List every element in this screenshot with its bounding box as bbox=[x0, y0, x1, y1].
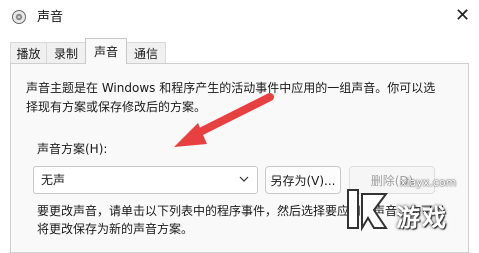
sound-scheme-value: 无声 bbox=[41, 173, 66, 187]
title-bar: 声音 ✕ bbox=[0, 0, 479, 36]
chevron-down-icon bbox=[239, 176, 249, 182]
close-button[interactable]: ✕ bbox=[446, 0, 479, 30]
window-title: 声音 bbox=[37, 10, 64, 25]
tab-strip: 播放 录制 声音 通信 bbox=[10, 38, 470, 64]
delete-button[interactable]: 删除(D) bbox=[349, 166, 435, 194]
sound-scheme-select[interactable]: 无声 bbox=[33, 166, 258, 194]
tab-recording[interactable]: 录制 bbox=[46, 42, 86, 63]
tab-communications[interactable]: 通信 bbox=[126, 42, 166, 63]
sound-theme-description: 声音主题是在 Windows 和程序产生的活动事件中应用的一组声音。你可以选择现… bbox=[26, 81, 436, 114]
tab-playback[interactable]: 播放 bbox=[10, 42, 47, 63]
speaker-icon bbox=[12, 10, 26, 24]
tab-sounds[interactable]: 声音 bbox=[85, 38, 127, 64]
sound-scheme-label: 声音方案(H): bbox=[37, 142, 108, 156]
sound-events-description: 要更改声音，请单击以下列表中的程序事件，然后选择要应用的声音。你可以将更改保存为… bbox=[37, 204, 446, 236]
close-icon: ✕ bbox=[454, 4, 471, 26]
save-as-button[interactable]: 另存为(V)... bbox=[265, 166, 341, 194]
